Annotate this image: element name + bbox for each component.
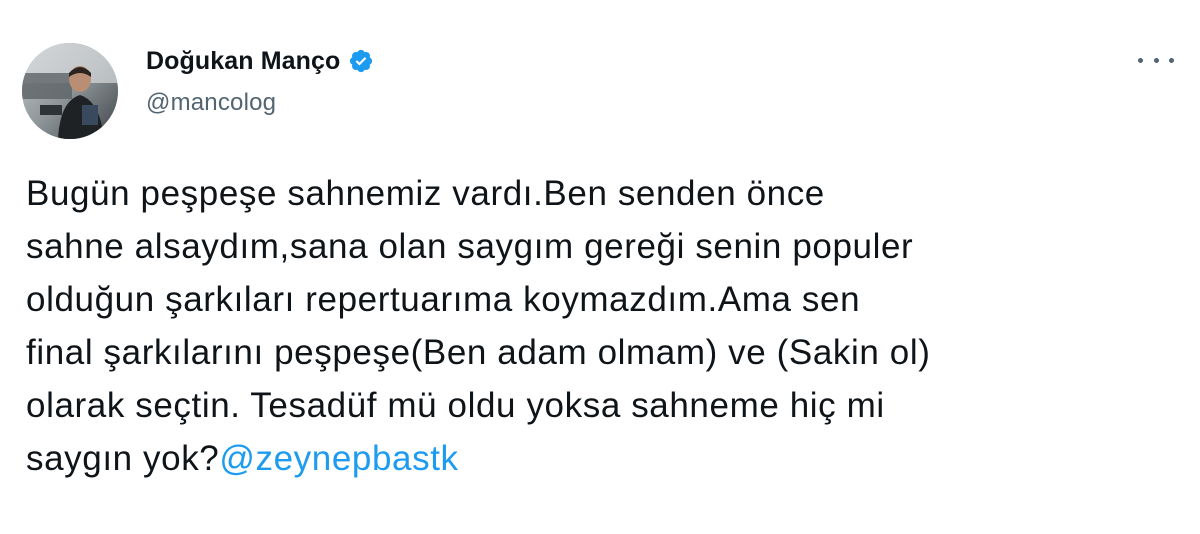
verified-badge-icon <box>348 48 374 74</box>
mention-link[interactable]: @zeynepbastk <box>219 439 458 478</box>
tweet-line: sahne alsaydım,sana olan saygım gereği s… <box>26 227 914 266</box>
tweet-line: olduğun şarkıları repertuarıma koymazdım… <box>26 280 861 319</box>
display-name[interactable]: Doğukan Manço <box>146 47 340 76</box>
tweet-last-line: saygın yok?@zeynepbastk <box>26 432 1186 485</box>
author-handle[interactable]: @mancolog <box>146 89 276 117</box>
tweet-line-text: saygın yok? <box>26 439 220 478</box>
tweet-line: olarak seçtin. Tesadüf mü oldu yoksa sah… <box>26 386 885 425</box>
tweet-card: Doğukan Manço @mancolog Bugün peşpeşe sa… <box>0 0 1200 534</box>
dot-icon <box>1138 57 1143 63</box>
dot-icon <box>1153 57 1159 63</box>
tweet-text: Bugün peşpeşe sahnemiz vardı.Ben senden … <box>26 167 1186 485</box>
tweet-line: final şarkılarını peşpeşe(Ben adam olmam… <box>26 333 931 372</box>
dot-icon <box>1169 57 1174 63</box>
avatar[interactable] <box>22 43 118 139</box>
tweet-line: Bugün peşpeşe sahnemiz vardı.Ben senden … <box>26 174 825 213</box>
profile-photo-avatar <box>22 43 118 139</box>
more-options-icon[interactable] <box>1138 52 1174 68</box>
author-name-row: Doğukan Manço <box>146 44 374 78</box>
